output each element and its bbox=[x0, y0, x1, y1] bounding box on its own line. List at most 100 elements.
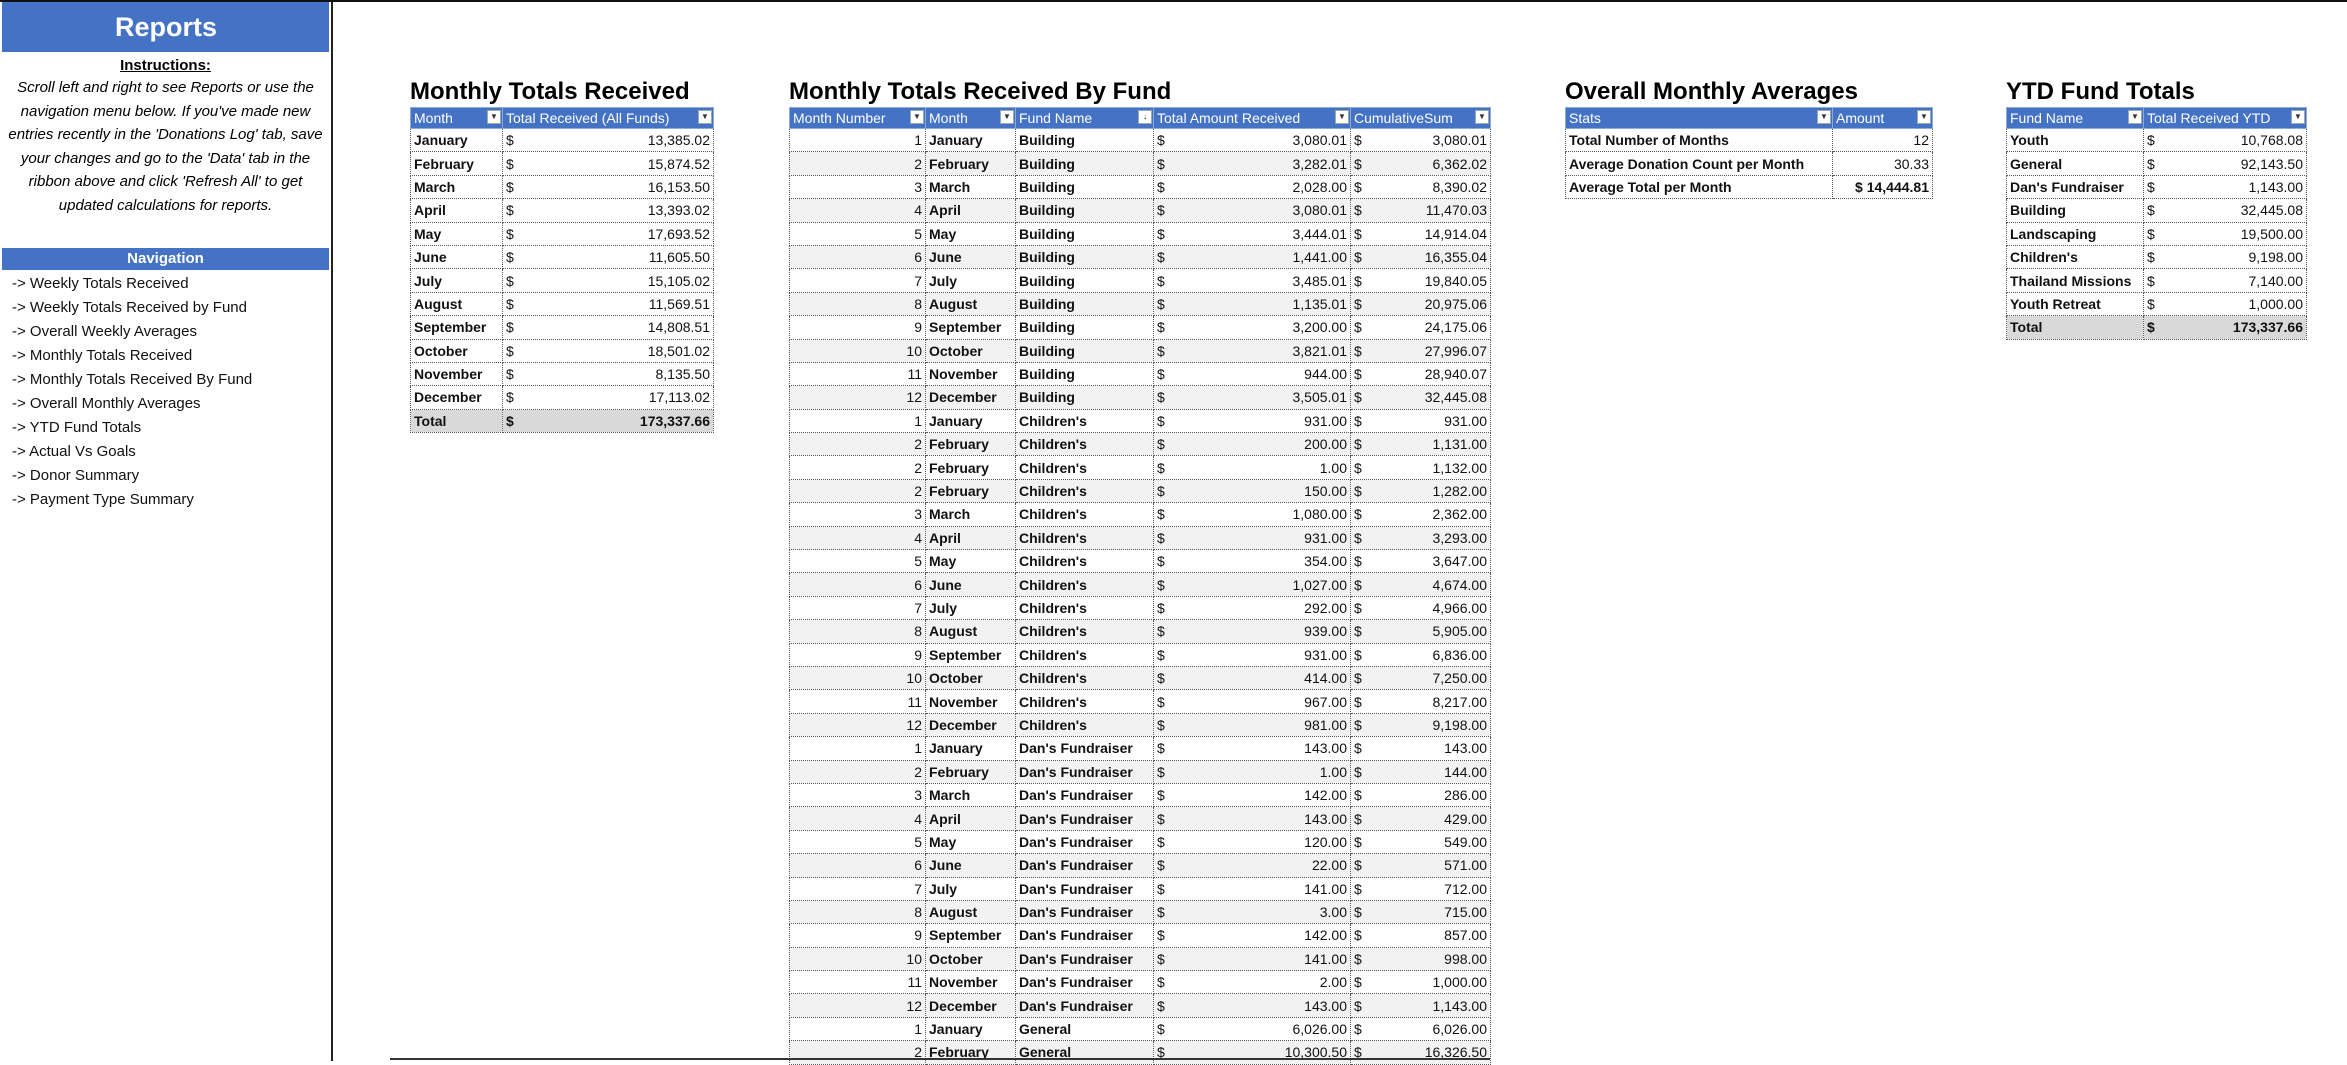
month-cell[interactable]: February bbox=[925, 760, 1016, 784]
cumulative-sum-cell[interactable]: $998.00 bbox=[1350, 947, 1491, 972]
total-received-cell[interactable]: $16,153.50 bbox=[502, 175, 714, 200]
nav-link-6[interactable]: -> YTD Fund Totals bbox=[12, 416, 252, 440]
cumulative-sum-cell[interactable]: $144.00 bbox=[1350, 760, 1491, 784]
cumulative-sum-cell[interactable]: $27,996.07 bbox=[1350, 339, 1491, 363]
total-amount-cell[interactable]: $3,485.01 bbox=[1153, 268, 1351, 293]
total-amount-cell[interactable]: $1.00 bbox=[1153, 455, 1351, 480]
fund-name-cell[interactable]: Building bbox=[1015, 175, 1154, 200]
month-cell[interactable]: October bbox=[925, 666, 1016, 691]
month-cell[interactable]: March bbox=[410, 175, 503, 200]
fund-name-cell[interactable]: Children's bbox=[2006, 245, 2144, 270]
fund-name-cell[interactable]: Dan's Fundraiser bbox=[1015, 806, 1154, 831]
cumulative-sum-cell[interactable]: $6,026.00 bbox=[1350, 1017, 1491, 1042]
cumulative-sum-cell[interactable]: $712.00 bbox=[1350, 877, 1491, 901]
month-cell[interactable]: May bbox=[925, 549, 1016, 574]
fund-name-cell[interactable]: Building bbox=[1015, 151, 1154, 176]
nav-link-5[interactable]: -> Overall Monthly Averages bbox=[12, 392, 252, 416]
month-number-cell[interactable]: 6 bbox=[789, 245, 926, 270]
total-amount-cell[interactable]: $944.00 bbox=[1153, 362, 1351, 387]
fund-name-cell[interactable]: General bbox=[2006, 151, 2144, 176]
total-amount-cell[interactable]: $3,200.00 bbox=[1153, 315, 1351, 340]
total-amount-cell[interactable]: $142.00 bbox=[1153, 783, 1351, 808]
total-received-cell[interactable]: $11,569.51 bbox=[502, 292, 714, 317]
total-amount-cell[interactable]: $143.00 bbox=[1153, 806, 1351, 831]
filter-dropdown-icon[interactable]: ▼ bbox=[1475, 110, 1489, 124]
month-number-cell[interactable]: 2 bbox=[789, 455, 926, 480]
total-amount-cell[interactable]: $3,282.01 bbox=[1153, 151, 1351, 176]
cumulative-sum-cell[interactable]: $286.00 bbox=[1350, 783, 1491, 808]
cumulative-sum-cell[interactable]: $1,143.00 bbox=[1350, 993, 1491, 1018]
month-cell[interactable]: December bbox=[925, 713, 1016, 738]
fund-name-cell[interactable]: Dan's Fundraiser bbox=[1015, 923, 1154, 948]
cumulative-sum-cell[interactable]: $429.00 bbox=[1350, 806, 1491, 831]
fund-name-cell[interactable]: Youth bbox=[2006, 128, 2144, 153]
month-cell[interactable]: December bbox=[925, 385, 1016, 410]
month-cell[interactable]: July bbox=[410, 268, 503, 293]
nav-link-4[interactable]: -> Monthly Totals Received By Fund bbox=[12, 368, 252, 392]
month-cell[interactable]: September bbox=[925, 643, 1016, 667]
month-number-cell[interactable]: 4 bbox=[789, 526, 926, 551]
month-number-cell[interactable]: 2 bbox=[789, 479, 926, 504]
month-cell[interactable]: November bbox=[410, 362, 503, 387]
total-value-cell[interactable]: $173,337.66 bbox=[2143, 315, 2307, 340]
total-received-cell[interactable]: $15,874.52 bbox=[502, 151, 714, 176]
month-cell[interactable]: November bbox=[925, 970, 1016, 995]
stat-amount-cell[interactable]: 30.33 bbox=[1832, 151, 1933, 176]
ytd-amount-cell[interactable]: $92,143.50 bbox=[2143, 151, 2307, 176]
col-header-cumulative-sum[interactable]: CumulativeSum ▼ bbox=[1350, 107, 1491, 129]
fund-name-cell[interactable]: Landscaping bbox=[2006, 222, 2144, 246]
cumulative-sum-cell[interactable]: $8,217.00 bbox=[1350, 689, 1491, 714]
month-cell[interactable]: September bbox=[925, 923, 1016, 948]
total-value-cell[interactable]: $173,337.66 bbox=[502, 409, 714, 434]
total-amount-cell[interactable]: $6,026.00 bbox=[1153, 1017, 1351, 1042]
month-number-cell[interactable]: 1 bbox=[789, 128, 926, 153]
month-cell[interactable]: June bbox=[925, 572, 1016, 597]
fund-name-cell[interactable]: Dan's Fundraiser bbox=[1015, 853, 1154, 878]
month-cell[interactable]: August bbox=[925, 619, 1016, 644]
fund-name-cell[interactable]: Building bbox=[1015, 315, 1154, 340]
cumulative-sum-cell[interactable]: $1,000.00 bbox=[1350, 970, 1491, 995]
fund-name-cell[interactable]: Dan's Fundraiser bbox=[1015, 736, 1154, 761]
fund-name-cell[interactable]: Dan's Fundraiser bbox=[1015, 783, 1154, 808]
month-number-cell[interactable]: 7 bbox=[789, 596, 926, 621]
fund-name-cell[interactable]: Building bbox=[1015, 245, 1154, 270]
month-cell[interactable]: August bbox=[925, 292, 1016, 317]
col-header-stats[interactable]: Stats ▼ bbox=[1565, 107, 1833, 129]
cumulative-sum-cell[interactable]: $1,132.00 bbox=[1350, 455, 1491, 480]
month-cell[interactable]: August bbox=[410, 292, 503, 317]
col-header-amount[interactable]: Amount ▼ bbox=[1832, 107, 1933, 129]
col-header-month[interactable]: Month ▼ bbox=[925, 107, 1016, 129]
col-header-total-received-ytd[interactable]: Total Received YTD ▼ bbox=[2143, 107, 2307, 129]
cumulative-sum-cell[interactable]: $571.00 bbox=[1350, 853, 1491, 878]
ytd-amount-cell[interactable]: $1,000.00 bbox=[2143, 292, 2307, 317]
filter-dropdown-icon[interactable]: ▼ bbox=[2291, 110, 2305, 124]
month-number-cell[interactable]: 9 bbox=[789, 923, 926, 948]
total-amount-cell[interactable]: $22.00 bbox=[1153, 853, 1351, 878]
nav-link-1[interactable]: -> Weekly Totals Received by Fund bbox=[12, 296, 252, 320]
month-number-cell[interactable]: 4 bbox=[789, 806, 926, 831]
fund-name-cell[interactable]: Building bbox=[1015, 339, 1154, 363]
total-amount-cell[interactable]: $939.00 bbox=[1153, 619, 1351, 644]
month-cell[interactable]: September bbox=[925, 315, 1016, 340]
month-number-cell[interactable]: 9 bbox=[789, 315, 926, 340]
total-amount-cell[interactable]: $414.00 bbox=[1153, 666, 1351, 691]
month-cell[interactable]: July bbox=[925, 268, 1016, 293]
col-header-fund-name[interactable]: Fund Name ▼ bbox=[2006, 107, 2144, 129]
total-amount-cell[interactable]: $981.00 bbox=[1153, 713, 1351, 738]
cumulative-sum-cell[interactable]: $3,647.00 bbox=[1350, 549, 1491, 574]
fund-name-cell[interactable]: Building bbox=[1015, 198, 1154, 223]
nav-link-7[interactable]: -> Actual Vs Goals bbox=[12, 440, 252, 464]
fund-name-cell[interactable]: Children's bbox=[1015, 572, 1154, 597]
cumulative-sum-cell[interactable]: $16,355.04 bbox=[1350, 245, 1491, 270]
cumulative-sum-cell[interactable]: $3,080.01 bbox=[1350, 128, 1491, 153]
month-number-cell[interactable]: 2 bbox=[789, 432, 926, 457]
month-cell[interactable]: January bbox=[410, 128, 503, 153]
fund-name-cell[interactable]: Children's bbox=[1015, 502, 1154, 527]
nav-link-0[interactable]: -> Weekly Totals Received bbox=[12, 272, 252, 296]
month-number-cell[interactable]: 12 bbox=[789, 993, 926, 1018]
total-amount-cell[interactable]: $2.00 bbox=[1153, 970, 1351, 995]
fund-name-cell[interactable]: Children's bbox=[1015, 479, 1154, 504]
month-number-cell[interactable]: 3 bbox=[789, 175, 926, 200]
cumulative-sum-cell[interactable]: $8,390.02 bbox=[1350, 175, 1491, 200]
total-received-cell[interactable]: $13,393.02 bbox=[502, 198, 714, 223]
